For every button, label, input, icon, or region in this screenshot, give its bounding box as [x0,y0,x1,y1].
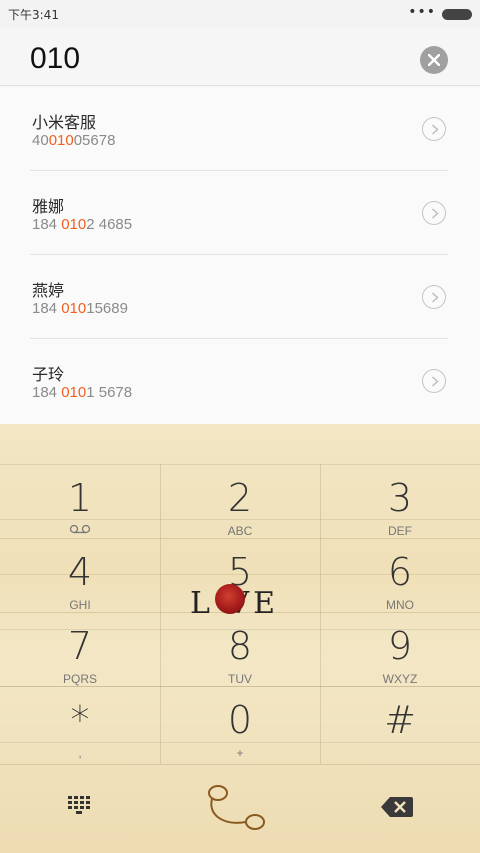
key-0[interactable]: 0 + [160,694,320,768]
contact-detail-button[interactable] [422,369,446,393]
status-time: 下午3:41 [8,8,59,22]
key-2[interactable]: 2 ABC [160,472,320,546]
chevron-right-icon [432,124,439,135]
chevron-right-icon [432,208,439,219]
dialed-number[interactable]: 010 [30,42,80,76]
contact-detail-button[interactable] [422,117,446,141]
contact-results-list: 小米客服 4001005678 雅娜 184 0102 4685 燕婷 184 … [0,87,480,424]
key-9[interactable]: 9 WXYZ [320,620,480,694]
voicemail-icon [69,524,91,534]
battery-icon [442,9,472,20]
key-8[interactable]: 8 TUV [160,620,320,694]
contact-number: 184 01015689 [32,300,128,317]
key-hash[interactable]: # [320,694,480,768]
contact-name: 燕婷 [32,281,65,300]
backspace-icon[interactable] [380,796,414,818]
dialer-bottom-bar [0,762,480,853]
status-bar: 下午3:41 ••• [0,0,480,28]
contact-name: 小米客服 [32,113,97,132]
key-7[interactable]: 7 PQRS [0,620,160,694]
more-notifications-icon: ••• [408,4,436,20]
rose-icon [215,584,245,614]
love-rose-decoration: L VE [190,580,305,622]
list-item[interactable]: 小米客服 4001005678 [0,87,480,171]
key-6[interactable]: 6 MNO [320,546,480,620]
close-icon [428,54,440,66]
list-item[interactable]: 雅娜 184 0102 4685 [0,171,480,255]
list-item[interactable]: 子玲 184 0101 5678 [0,339,480,423]
contact-detail-button[interactable] [422,201,446,225]
contact-number: 184 0102 4685 [32,216,133,233]
contact-detail-button[interactable] [422,285,446,309]
key-3[interactable]: 3 DEF [320,472,480,546]
contact-number: 184 0101 5678 [32,384,133,401]
dial-input-bar: 010 [0,28,480,86]
clear-button[interactable] [420,46,448,74]
list-item[interactable]: 燕婷 184 01015689 [0,255,480,339]
contact-number: 4001005678 [32,132,116,149]
chevron-right-icon [432,376,439,387]
chevron-right-icon [432,292,439,303]
key-4[interactable]: 4 GHI [0,546,160,620]
phone-call-icon[interactable] [200,780,272,836]
key-1[interactable]: 1 [0,472,160,546]
contact-name: 子玲 [32,365,65,384]
dialpad-grid-icon[interactable] [66,794,92,816]
key-star[interactable]: * , [0,694,160,768]
contact-name: 雅娜 [32,197,65,216]
